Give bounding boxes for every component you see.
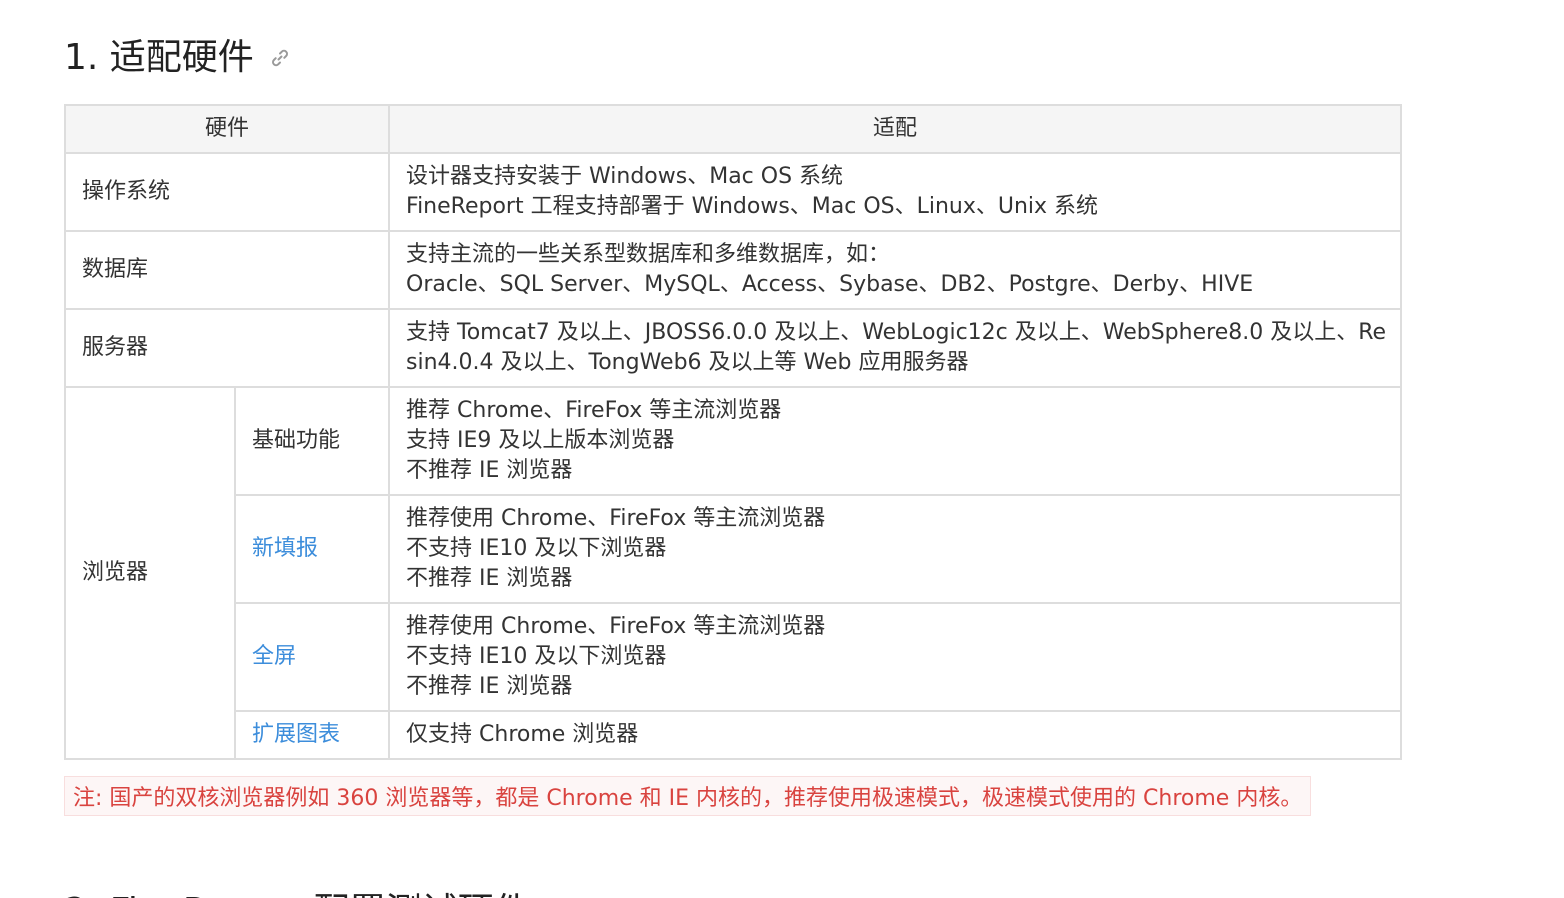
cell-line: 支持主流的一些关系型数据库和多维数据库，如：: [406, 242, 891, 267]
browser-note: 注: 国产的双核浏览器例如 360 浏览器等，都是 Chrome 和 IE 内核…: [64, 776, 1312, 816]
hardware-table: 硬件 适配 操作系统 设计器支持安装于 Windows、Mac OS 系统 Fi…: [63, 104, 1403, 760]
sub-link-extended-chart[interactable]: 扩展图表: [233, 710, 391, 760]
cell-line: 支持 IE9 及以上版本浏览器: [406, 428, 675, 453]
row-value-database: 支持主流的一些关系型数据库和多维数据库，如： Oracle、SQL Server…: [388, 230, 1403, 310]
row-label-browser: 浏览器: [64, 386, 236, 760]
cell-line: 不推荐 IE 浏览器: [406, 566, 573, 591]
cell-line: 支持 Tomcat7 及以上、JBOSS6.0.0 及以上、WebLogic12…: [406, 320, 1387, 345]
table-row: 新填报 推荐使用 Chrome、FireFox 等主流浏览器 不支持 IE10 …: [65, 494, 1403, 604]
sub-label-basic: 基础功能: [233, 386, 391, 496]
link-icon[interactable]: [270, 48, 290, 68]
row-label-os: 操作系统: [63, 152, 391, 232]
table-row: 服务器 支持 Tomcat7 及以上、JBOSS6.0.0 及以上、WebLog…: [63, 308, 1403, 388]
row-value-server: 支持 Tomcat7 及以上、JBOSS6.0.0 及以上、WebLogic12…: [388, 308, 1403, 388]
cell-line: Oracle、SQL Server、MySQL、Access、Sybase、DB…: [406, 272, 1254, 297]
cell-line: 不支持 IE10 及以下浏览器: [406, 536, 667, 561]
sub-link-new-fill[interactable]: 新填报: [233, 494, 391, 604]
row-value-basic: 推荐 Chrome、FireFox 等主流浏览器 支持 IE9 及以上版本浏览器…: [388, 386, 1403, 496]
table-header-row: 硬件 适配: [63, 104, 1403, 154]
cell-line: sin4.0.4 及以上、TongWeb6 及以上等 Web 应用服务器: [406, 350, 969, 375]
table-row: 浏览器 基础功能 推荐 Chrome、FireFox 等主流浏览器 支持 IE9…: [64, 386, 1403, 760]
table-row: 全屏 推荐使用 Chrome、FireFox 等主流浏览器 不支持 IE10 及…: [65, 602, 1403, 712]
row-label-server: 服务器: [63, 308, 391, 388]
cell-line: 设计器支持安装于 Windows、Mac OS 系统: [406, 164, 844, 189]
header-adaptation: 适配: [388, 104, 1403, 154]
row-value-fullscreen: 推荐使用 Chrome、FireFox 等主流浏览器 不支持 IE10 及以下浏…: [388, 602, 1403, 712]
cell-line: 不推荐 IE 浏览器: [406, 458, 573, 483]
section-title: 1. 适配硬件: [64, 37, 254, 78]
table-row: 扩展图表 仅支持 Chrome 浏览器: [65, 710, 1403, 760]
cell-line: FineReport 工程支持部署于 Windows、Mac OS、Linux、…: [406, 194, 1099, 219]
row-label-database: 数据库: [63, 230, 391, 310]
next-section-heading: 2. FineReport 配置测试硬件: [64, 882, 530, 898]
cell-line: 不推荐 IE 浏览器: [406, 674, 573, 699]
cell-line: 推荐使用 Chrome、FireFox 等主流浏览器: [406, 614, 826, 639]
sub-link-fullscreen[interactable]: 全屏: [233, 602, 391, 712]
cell-line: 仅支持 Chrome 浏览器: [406, 722, 639, 747]
row-value-extended-chart: 仅支持 Chrome 浏览器: [388, 710, 1403, 760]
row-value-new-fill: 推荐使用 Chrome、FireFox 等主流浏览器 不支持 IE10 及以下浏…: [388, 494, 1403, 604]
row-value-os: 设计器支持安装于 Windows、Mac OS 系统 FineReport 工程…: [388, 152, 1403, 232]
cell-line: 推荐使用 Chrome、FireFox 等主流浏览器: [406, 506, 826, 531]
cell-line: 推荐 Chrome、FireFox 等主流浏览器: [406, 398, 782, 423]
cell-line: 不支持 IE10 及以下浏览器: [406, 644, 667, 669]
section-heading: 1. 适配硬件: [64, 28, 290, 80]
header-hardware: 硬件: [63, 104, 391, 154]
table-row: 数据库 支持主流的一些关系型数据库和多维数据库，如： Oracle、SQL Se…: [63, 230, 1403, 310]
table-row: 操作系统 设计器支持安装于 Windows、Mac OS 系统 FineRepo…: [63, 152, 1403, 232]
